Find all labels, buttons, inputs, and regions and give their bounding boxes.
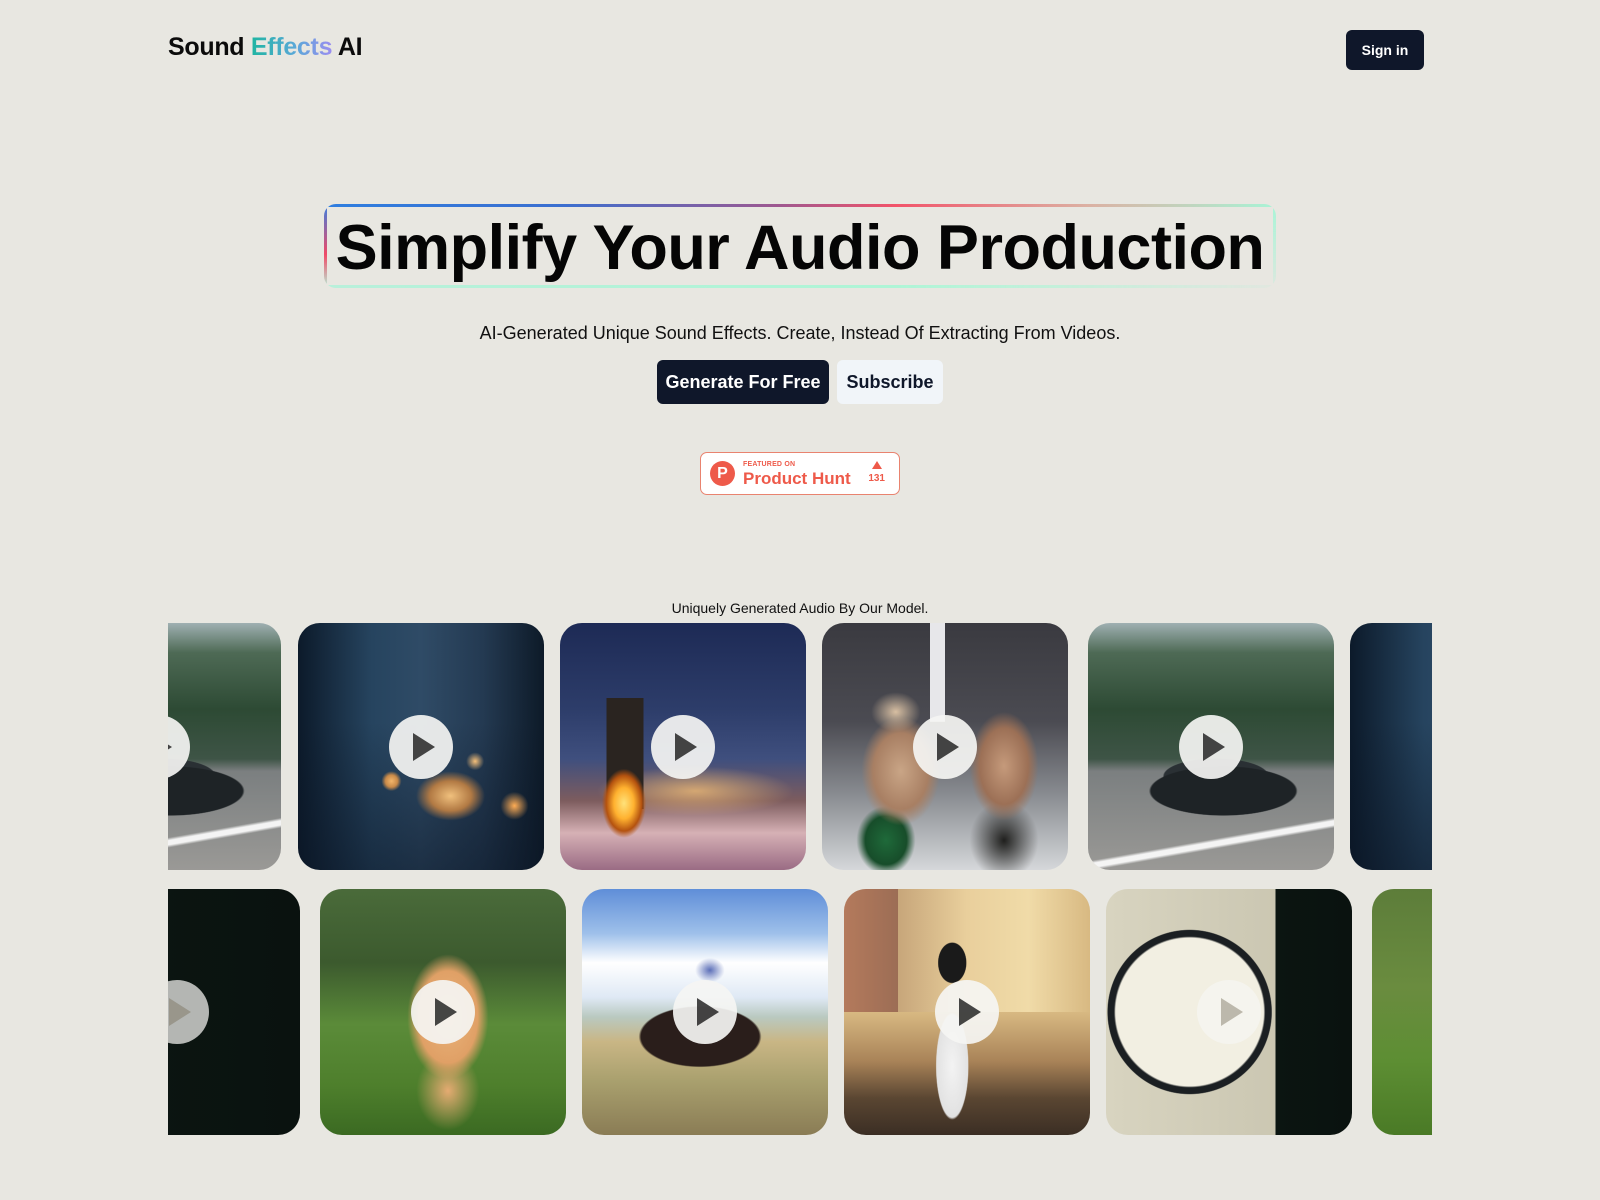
audio-card-car-forest-road[interactable] [168,623,281,870]
play-button[interactable] [673,980,737,1044]
play-icon [675,732,697,761]
play-button[interactable] [389,714,453,779]
sign-in-button[interactable]: Sign in [1346,30,1424,70]
hero-subtitle: AI-Generated Unique Sound Effects. Creat… [479,323,1121,343]
page: Sound Effects AI Sign in Simplify Your A… [0,0,1600,1200]
gallery-row-1[interactable] [168,623,1432,870]
page-title: Simplify Your Audio Production [335,213,1265,283]
play-button[interactable] [1179,714,1243,779]
audio-card-rainy-night-house[interactable] [1350,623,1432,870]
product-hunt-badge[interactable]: P FEATURED ON Product Hunt 131 [700,452,900,495]
audio-card-restaurant-robot[interactable] [844,889,1090,1135]
audio-card-rainy-night-house[interactable] [298,623,544,870]
vote-count: 131 [868,473,885,484]
play-button[interactable] [168,714,190,779]
logo-text-ai: AI [332,33,363,61]
audio-card-kitten[interactable] [320,889,566,1135]
audio-card-car-forest-road[interactable] [1088,623,1334,870]
play-button[interactable] [935,980,999,1044]
upvote-arrow-icon [871,461,882,469]
generate-for-free-button[interactable]: Generate For Free [657,360,829,404]
play-button[interactable] [411,980,475,1044]
audio-card-kitten[interactable] [1372,889,1432,1135]
play-icon [959,998,981,1026]
product-hunt-text: FEATURED ON Product Hunt [743,461,851,487]
play-icon [413,732,435,761]
site-logo[interactable]: Sound Effects AI [168,33,363,62]
play-icon [937,732,959,761]
upvote-count: 131 [868,461,885,484]
play-icon [697,998,719,1026]
product-hunt-logo-icon: P [710,461,735,486]
play-icon [1203,732,1225,761]
play-button[interactable] [651,714,715,779]
gallery-caption: Uniquely Generated Audio By Our Model. [671,600,929,616]
play-icon [1221,998,1243,1026]
product-hunt-name: Product Hunt [743,468,851,488]
play-button[interactable] [1197,980,1261,1044]
audio-card-horse-rider[interactable] [582,889,828,1135]
subscribe-button[interactable]: Subscribe [837,360,943,404]
play-button[interactable] [913,714,977,779]
audio-card-wall-clock[interactable] [168,889,300,1135]
logo-text-effects: Effects [250,33,333,61]
play-icon [435,998,457,1026]
play-button[interactable] [168,980,209,1044]
audio-card-wall-clock[interactable] [1106,889,1352,1135]
featured-on-label: FEATURED ON [743,460,796,468]
logo-text-sound: Sound [168,33,251,61]
audio-card-mma-fight[interactable] [822,623,1068,870]
play-icon [168,732,172,761]
audio-card-fireplace[interactable] [560,623,806,870]
cta-buttons: Generate For Free Subscribe [657,360,943,404]
play-icon [169,998,191,1026]
gallery-row-2[interactable] [168,889,1432,1135]
